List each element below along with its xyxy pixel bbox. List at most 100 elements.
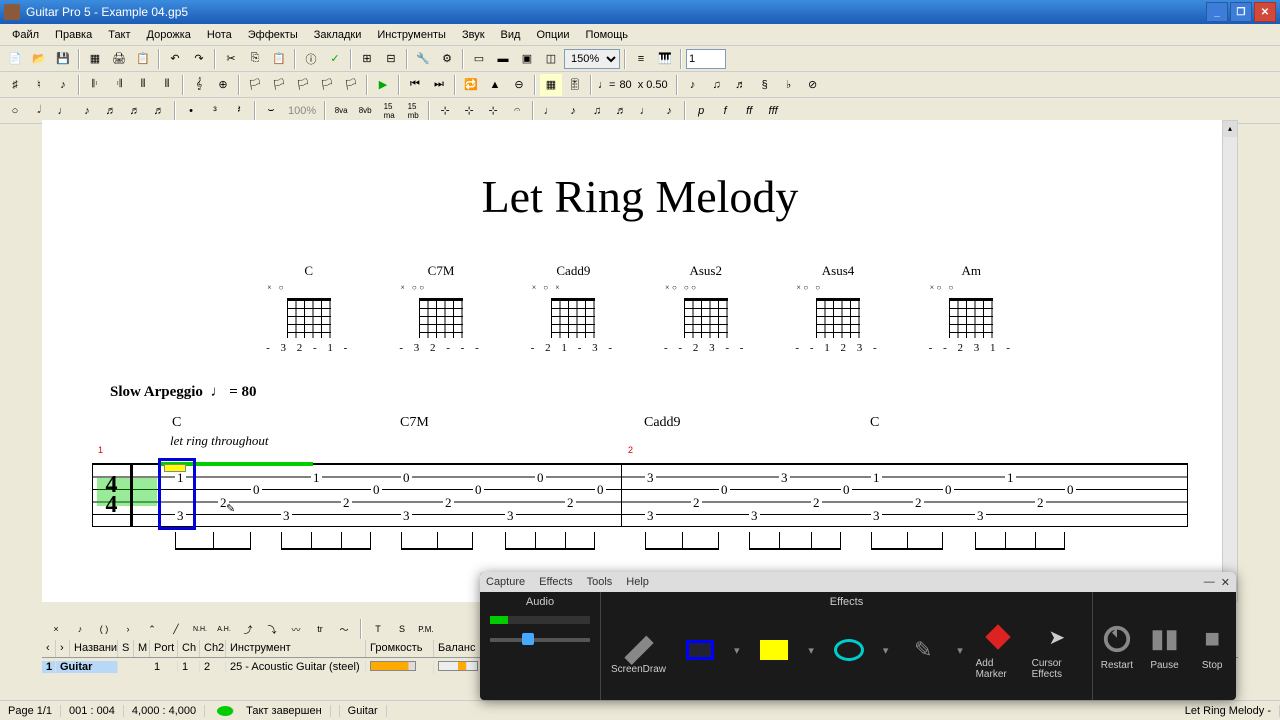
col-ch2[interactable]: Ch2 [200, 640, 226, 657]
tab-fret[interactable]: 2 [811, 495, 822, 511]
rest-button[interactable]: 𝄽 [228, 100, 250, 122]
restart-button[interactable]: Restart [1100, 622, 1134, 671]
play-button[interactable]: ▶ [372, 74, 394, 96]
page-button[interactable]: ▦ [84, 48, 106, 70]
fx-slide[interactable]: ╱ [166, 620, 186, 638]
fx-vib[interactable]: 〰 [286, 620, 306, 638]
dyn6[interactable]: ♪ [658, 100, 680, 122]
tie-button[interactable]: ⌣ [260, 100, 282, 122]
dyn4[interactable]: ♬ [610, 100, 632, 122]
oct-up[interactable]: 8va [330, 100, 352, 122]
quarter-note[interactable]: ♩ [52, 100, 74, 122]
tab-fret[interactable]: 0 [943, 482, 954, 498]
tab-fret[interactable]: 1 [311, 470, 322, 486]
tr6-button[interactable]: ⊘ [802, 74, 824, 96]
loop-button[interactable]: 🔁 [460, 74, 482, 96]
copy-button[interactable]: ⎘ [244, 48, 266, 70]
minimize-button[interactable]: _ [1206, 2, 1228, 22]
fx2-button[interactable]: ⊹ [458, 100, 480, 122]
tab-fret[interactable]: 3 [749, 508, 760, 524]
tab-fret[interactable]: 3 [871, 508, 882, 524]
capture-menu-help[interactable]: Help [626, 576, 649, 588]
tab-fret[interactable]: 3 [505, 508, 516, 524]
menu-bookmarks[interactable]: Закладки [306, 27, 370, 43]
tab-staff[interactable]: 44 ✎ 13203120302030203320332031203120 [92, 463, 1188, 527]
redo-button[interactable]: ↷ [188, 48, 210, 70]
print-preview-button[interactable]: 📋 [132, 48, 154, 70]
col-m[interactable]: M [134, 640, 150, 657]
whole-note[interactable]: ○ [4, 100, 26, 122]
vertical-scrollbar[interactable] [1222, 120, 1238, 602]
undo-button[interactable]: ↶ [164, 48, 186, 70]
capture-menu-capture[interactable]: Capture [486, 576, 525, 588]
menu-options[interactable]: Опции [528, 27, 577, 43]
last-button[interactable]: ⏭ [428, 74, 450, 96]
metro-button[interactable]: ▲ [484, 74, 506, 96]
col-name[interactable]: Названи [70, 640, 118, 657]
tool2-button[interactable]: ⊟ [380, 48, 402, 70]
close-button[interactable]: ✕ [1254, 2, 1276, 22]
tab-fret[interactable]: 0 [371, 482, 382, 498]
menu-view[interactable]: Вид [493, 27, 529, 43]
tool4-button[interactable]: ⚙ [436, 48, 458, 70]
rep4-button[interactable]: ⦀ [156, 74, 178, 96]
tab-fret[interactable]: 0 [473, 482, 484, 498]
tr1-button[interactable]: ♪ [682, 74, 704, 96]
tab-fret[interactable]: 3 [645, 470, 656, 486]
tab-fret[interactable]: 2 [341, 495, 352, 511]
save-button[interactable]: 💾 [52, 48, 74, 70]
tr2-button[interactable]: ♫ [706, 74, 728, 96]
fx-x[interactable]: × [46, 620, 66, 638]
fill-dropdown-icon[interactable]: ▾ [808, 644, 814, 657]
fill-tool[interactable] [752, 633, 796, 667]
tool3-button[interactable]: 🔧 [412, 48, 434, 70]
dyn1[interactable]: ♩ [538, 100, 560, 122]
sixteenth-note[interactable]: ♬ [100, 100, 122, 122]
fx-note[interactable]: ♪ [70, 620, 90, 638]
oval-dropdown-icon[interactable]: ▾ [883, 644, 889, 657]
fx-nh[interactable]: N.H. [190, 620, 210, 638]
menu-effects[interactable]: Эффекты [240, 27, 306, 43]
fx-wave[interactable]: 〜 [334, 620, 354, 638]
tab-fret[interactable]: 3 [975, 508, 986, 524]
zoom-select[interactable]: 150% [564, 49, 620, 69]
marker5-button[interactable]: 🏳 [340, 74, 362, 96]
measure-input[interactable] [686, 49, 726, 69]
natural-button[interactable]: ♮ [28, 74, 50, 96]
pen-tool[interactable]: ✎ [901, 633, 945, 667]
tab-fret[interactable]: 0 [251, 482, 262, 498]
dynfff[interactable]: fff [762, 100, 784, 122]
add-marker-tool[interactable]: Add Marker [976, 620, 1020, 680]
tab-fret[interactable]: 0 [595, 482, 606, 498]
menu-sound[interactable]: Звук [454, 27, 493, 43]
tab-fret[interactable]: 2 [443, 495, 454, 511]
pen-dropdown-icon[interactable]: ▾ [957, 644, 963, 657]
fx1-button[interactable]: ⊹ [434, 100, 456, 122]
fx-ah[interactable]: A.H. [214, 620, 234, 638]
col-ch[interactable]: Ch [178, 640, 200, 657]
paste-button[interactable]: 📋 [268, 48, 290, 70]
open-button[interactable]: 📂 [28, 48, 50, 70]
fx-bend[interactable]: ⤴ [238, 620, 258, 638]
capture-menu-tools[interactable]: Tools [587, 576, 613, 588]
fx3-button[interactable]: ⊹ [482, 100, 504, 122]
menu-note[interactable]: Нота [199, 27, 240, 43]
dyn2[interactable]: ♪ [562, 100, 584, 122]
thirtysecond-note[interactable]: ♬ [124, 100, 146, 122]
track-port[interactable]: 1 [150, 661, 178, 673]
tab-fret[interactable]: 2 [691, 495, 702, 511]
marker2-button[interactable]: 🏳 [268, 74, 290, 96]
mixer-button[interactable]: 🎚 [564, 74, 586, 96]
pause-button[interactable]: ▮▮Pause [1148, 622, 1182, 671]
tab-fret[interactable]: 0 [841, 482, 852, 498]
tab-fret[interactable]: 0 [535, 470, 546, 486]
col-vol[interactable]: Громкость [366, 640, 434, 657]
piano-button[interactable]: 🎹 [654, 48, 676, 70]
rect-dropdown-icon[interactable]: ▾ [734, 644, 740, 657]
check-button[interactable]: ✓ [324, 48, 346, 70]
tab-fret[interactable]: 1 [1005, 470, 1016, 486]
dynp[interactable]: p [690, 100, 712, 122]
tr3-button[interactable]: ♬ [730, 74, 752, 96]
dynff[interactable]: ff [738, 100, 760, 122]
tab-fret[interactable]: 3 [281, 508, 292, 524]
